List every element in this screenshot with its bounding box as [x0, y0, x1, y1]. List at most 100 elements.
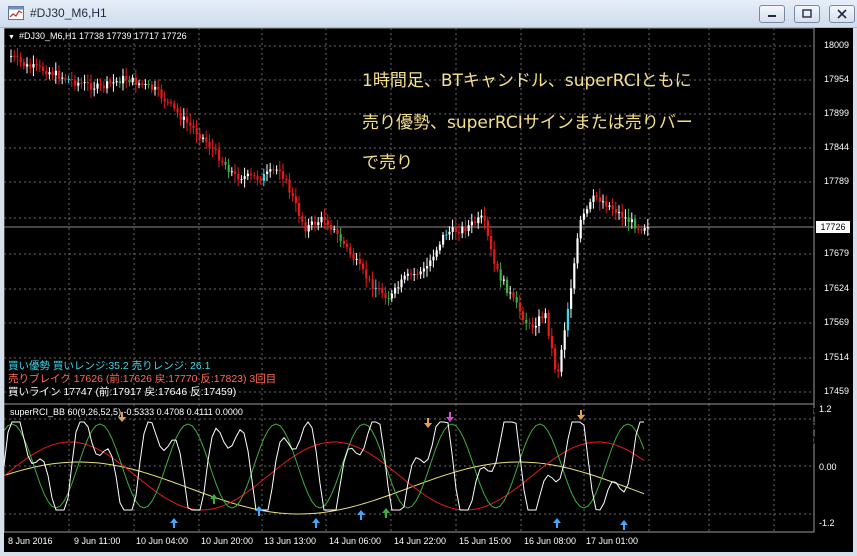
candle-body — [515, 297, 518, 303]
candle-body — [240, 179, 243, 181]
candle-body — [483, 215, 486, 221]
candle-body — [186, 116, 189, 123]
price-chart-canvas[interactable] — [4, 28, 853, 552]
candle-body — [253, 175, 256, 177]
candle-body — [573, 263, 576, 289]
candle-body — [224, 162, 227, 165]
candle-body — [557, 369, 560, 372]
candle-body — [512, 292, 515, 298]
candle-body — [80, 82, 83, 84]
candle-body — [397, 287, 400, 289]
candle-body — [432, 256, 435, 261]
candle-body — [208, 141, 211, 148]
restore-icon — [802, 9, 812, 18]
candle-body — [346, 244, 349, 248]
candle-body — [96, 83, 99, 89]
current-price-tag: 17726 — [816, 221, 850, 233]
candle-body — [288, 179, 291, 193]
candle-body — [554, 348, 557, 370]
candle-body — [640, 229, 643, 231]
candle-body — [144, 84, 147, 86]
candle-body — [150, 84, 153, 90]
candle-body — [438, 244, 441, 251]
candle-body — [298, 203, 301, 216]
candle-body — [624, 217, 627, 219]
candle-body — [637, 228, 640, 230]
candle-body — [83, 82, 86, 84]
candle-body — [141, 83, 144, 85]
candle-body — [352, 253, 355, 260]
candle-body — [458, 231, 461, 234]
candle-body — [138, 83, 141, 85]
candle-body — [381, 288, 384, 294]
candle-body — [570, 288, 573, 309]
candle-body — [493, 249, 496, 264]
window-titlebar: #DJ30_M6,H1 — [0, 0, 857, 28]
candle-body — [358, 258, 361, 264]
candle-body — [422, 268, 425, 272]
candle-body — [90, 83, 93, 90]
candle-body — [205, 137, 208, 142]
candle-body — [157, 86, 160, 90]
minimize-button[interactable] — [759, 5, 785, 23]
time-label: 13 Jun 13:00 — [264, 536, 317, 546]
candle-body — [518, 302, 521, 312]
price-label: 17569 — [823, 317, 849, 327]
candle-body — [115, 81, 118, 83]
candle-body — [362, 263, 365, 270]
annotation-line-1: 1時間足、BTキャンドル、superRCIともに — [362, 71, 692, 91]
candle-body — [278, 169, 281, 172]
indicator-scale-mid: 0.00 — [819, 462, 837, 472]
candle-body — [474, 221, 477, 224]
time-label: 9 Jun 11:00 — [74, 536, 121, 546]
candle-body — [192, 125, 195, 129]
candle-body — [477, 217, 480, 224]
candle-body — [541, 316, 544, 319]
candle-body — [250, 173, 253, 176]
candle-body — [595, 195, 598, 198]
candle-body — [182, 116, 185, 120]
chevron-down-icon[interactable]: ▼ — [8, 34, 15, 41]
candle-body — [112, 82, 115, 84]
candle-body — [410, 273, 413, 275]
candle-body — [339, 234, 342, 241]
candle-body — [99, 83, 102, 86]
candle-body — [630, 219, 633, 223]
candle-body — [394, 287, 397, 294]
candle-body — [16, 56, 19, 58]
chart-frame[interactable]: ▼ #DJ30_M6,H1 17738 17739 17717 17726 180… — [4, 28, 853, 552]
candle-body — [611, 205, 614, 210]
candle-body — [42, 66, 45, 71]
candle-body — [550, 336, 553, 349]
indicator-scale-bottom: -1.2 — [819, 518, 835, 528]
candle-body — [464, 226, 467, 232]
restore-button[interactable] — [794, 5, 820, 23]
candle-body — [374, 287, 377, 289]
candle-body — [349, 247, 352, 254]
candle-body — [45, 70, 48, 75]
candle-body — [227, 164, 230, 172]
candle-body — [400, 279, 403, 288]
candle-body — [304, 221, 307, 232]
candle-body — [566, 308, 569, 331]
candle-body — [378, 287, 381, 289]
candle-body — [598, 197, 601, 202]
candle-body — [390, 293, 393, 299]
price-label: 17679 — [823, 248, 849, 258]
candle-body — [605, 201, 608, 207]
annotation-line-3: で売り — [362, 153, 413, 173]
candle-body — [333, 228, 336, 230]
candle-body — [173, 103, 176, 109]
candle-body — [330, 224, 333, 230]
candle-body — [269, 169, 272, 172]
candle-body — [230, 171, 233, 173]
price-label: 17624 — [823, 283, 849, 293]
close-button[interactable] — [829, 5, 855, 23]
time-label: 15 Jun 15:00 — [459, 536, 512, 546]
candle-body — [563, 330, 566, 350]
candle-body — [131, 77, 134, 83]
price-label: 17459 — [823, 386, 849, 396]
price-label: 18009 — [823, 40, 849, 50]
time-label: 14 Jun 22:00 — [394, 536, 447, 546]
candle-body — [118, 81, 121, 84]
